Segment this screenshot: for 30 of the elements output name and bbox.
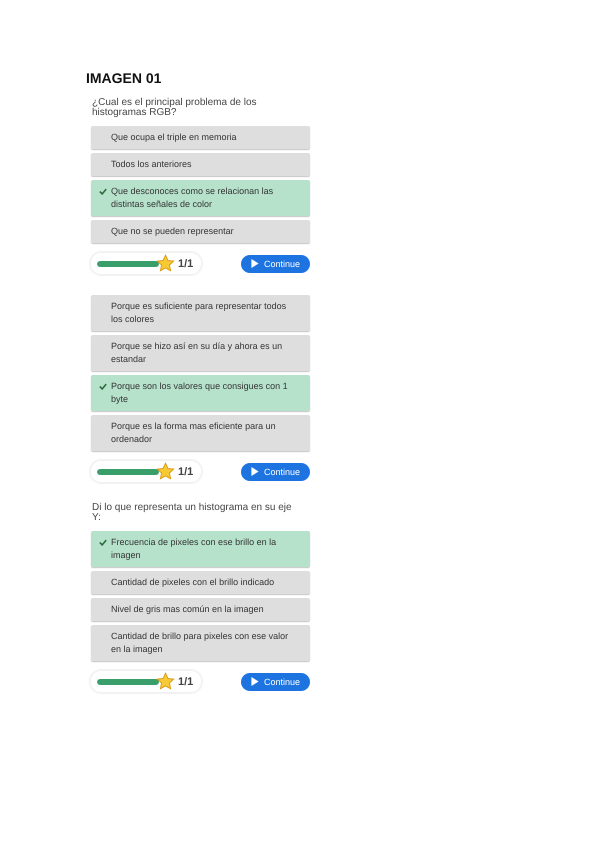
play-icon xyxy=(250,467,259,476)
check-icon xyxy=(99,539,107,546)
answer-option[interactable]: Frecuencia de pixeles con ese brillo en la imagen xyxy=(91,531,310,567)
progress-count: 1/1 xyxy=(178,676,194,688)
star-icon xyxy=(156,672,175,691)
answer-option[interactable]: Porque son los valores que consigues con 1 byte xyxy=(91,375,310,411)
star-icon xyxy=(156,254,175,273)
page-heading: IMAGEN 01 xyxy=(86,70,162,86)
answer-option[interactable]: Que ocupa el triple en memoria xyxy=(91,126,310,149)
play-icon xyxy=(250,259,259,268)
continue-button[interactable]: Continue xyxy=(240,254,310,272)
answer-option[interactable]: Cantidad de brillo para pixeles con ese valor en la imagen xyxy=(91,625,310,661)
question-text: ¿Cual es el principal problema de los histogramas RGB? xyxy=(92,98,258,118)
answer-option[interactable]: Nivel de gris mas común en la imagen xyxy=(91,598,310,621)
star-icon xyxy=(156,462,175,481)
answer-option[interactable]: Que no se pueden representar xyxy=(91,220,310,243)
answer-option[interactable]: Porque es la forma mas eficiente para un ordenador xyxy=(91,415,310,451)
continue-button[interactable]: Continue xyxy=(240,672,310,690)
answer-option[interactable]: Que desconoces como se relacionan las distintas señales de color xyxy=(91,180,310,216)
question-text: Di lo que representa un histograma en su eje Y: xyxy=(92,503,293,523)
answer-option[interactable]: Porque es suficiente para representar todos los colores xyxy=(91,295,310,331)
continue-button[interactable]: Continue xyxy=(240,462,310,480)
progress-count: 1/1 xyxy=(178,258,194,270)
check-icon xyxy=(99,188,107,195)
answer-option[interactable]: Porque se hizo así en su día y ahora es un estandar xyxy=(91,335,310,371)
answer-option[interactable]: Cantidad de pixeles con el brillo indicado xyxy=(91,571,310,594)
progress-count: 1/1 xyxy=(178,466,194,478)
answer-option[interactable]: Todos los anteriores xyxy=(91,153,310,176)
check-icon xyxy=(99,383,107,390)
play-icon xyxy=(250,677,259,686)
